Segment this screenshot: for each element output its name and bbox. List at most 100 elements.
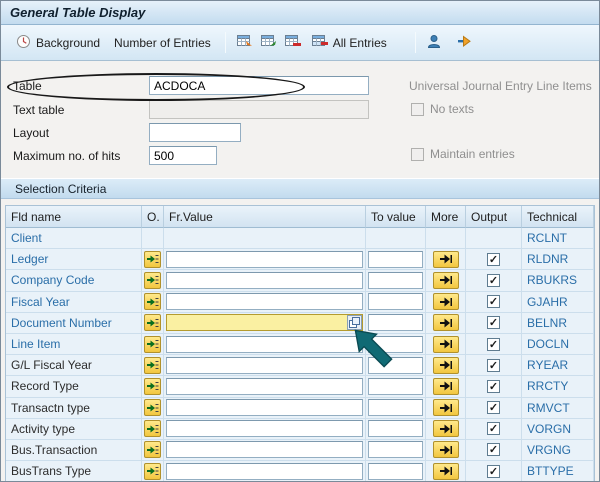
more-button[interactable] <box>432 356 459 374</box>
output-checkbox[interactable] <box>487 443 500 457</box>
to-value-input[interactable] <box>368 293 423 311</box>
field-name: Activity type <box>11 421 76 436</box>
field-name: Client <box>11 231 42 246</box>
output-checkbox[interactable] <box>487 401 500 415</box>
multiple-selection-button[interactable] <box>144 314 161 332</box>
output-checkbox[interactable] <box>487 422 500 436</box>
from-value-input[interactable] <box>166 399 363 417</box>
multiple-selection-button[interactable] <box>144 420 161 438</box>
table-delete-icon <box>284 34 301 51</box>
technical-name: BTTYPE <box>527 464 574 479</box>
col-header-technical: Technical <box>522 206 594 228</box>
to-value-input[interactable] <box>368 314 423 332</box>
to-value-input[interactable] <box>368 441 423 459</box>
clock-icon <box>16 34 31 52</box>
from-value-input[interactable] <box>166 377 363 395</box>
output-checkbox[interactable] <box>487 358 500 372</box>
more-button[interactable] <box>432 399 459 417</box>
technical-name: VORGN <box>527 421 572 436</box>
to-value-input[interactable] <box>368 335 423 353</box>
technical-name: BELNR <box>527 315 568 330</box>
more-button[interactable] <box>432 462 459 480</box>
table-row-gl-fiscal-year: G/L Fiscal Year RYEAR <box>6 355 594 377</box>
multiple-selection-button[interactable] <box>144 462 161 480</box>
from-value-input[interactable] <box>166 441 363 459</box>
field-name: Bus.Transaction <box>11 442 98 457</box>
technical-name: RLDNR <box>527 252 569 267</box>
insert-entry-button[interactable] <box>257 29 281 56</box>
field-name: Line Item <box>11 337 61 352</box>
multiple-selection-button[interactable] <box>144 399 161 417</box>
to-value-input[interactable] <box>368 356 423 374</box>
from-value-input[interactable] <box>166 335 363 353</box>
output-checkbox[interactable] <box>487 337 500 351</box>
output-checkbox[interactable] <box>487 295 500 309</box>
output-checkbox[interactable] <box>487 273 500 287</box>
more-button[interactable] <box>432 250 459 268</box>
from-value-input[interactable] <box>166 293 363 311</box>
background-label: Background <box>36 35 101 50</box>
more-button[interactable] <box>432 377 459 395</box>
layout-input[interactable] <box>149 123 241 142</box>
more-button[interactable] <box>432 293 459 311</box>
output-checkbox[interactable] <box>487 252 500 266</box>
number-of-entries-button[interactable]: Number of Entries <box>107 31 218 55</box>
background-button[interactable]: Background <box>9 29 107 57</box>
selection-grid: Fld name O. Fr.Value To value More Outpu… <box>5 205 595 481</box>
from-value-input[interactable] <box>166 462 363 480</box>
multiple-selection-button[interactable] <box>144 441 161 459</box>
table-name-input[interactable] <box>149 76 369 95</box>
user-settings-button[interactable] <box>423 29 445 57</box>
to-value-input[interactable] <box>368 271 423 289</box>
more-button[interactable] <box>432 335 459 353</box>
from-value-input[interactable] <box>166 250 363 268</box>
from-value-input-focused[interactable] <box>166 314 363 332</box>
more-button[interactable] <box>432 314 459 332</box>
table-row-bustrans-type: BusTrans Type BTTYPE <box>6 461 594 481</box>
from-value-wrapper <box>166 314 363 332</box>
user-icon <box>427 34 441 52</box>
multiple-selection-button[interactable] <box>144 377 161 395</box>
no-texts-checkbox[interactable] <box>411 102 424 116</box>
multiple-selection-button[interactable] <box>144 250 161 268</box>
no-texts-label: No texts <box>430 102 475 116</box>
max-hits-input[interactable] <box>149 146 217 165</box>
field-name: G/L Fiscal Year <box>11 358 92 373</box>
to-value-input[interactable] <box>368 462 423 480</box>
more-button[interactable] <box>432 271 459 289</box>
from-value-input[interactable] <box>166 271 363 289</box>
technical-name: RCLNT <box>527 231 568 246</box>
col-header-from-value: Fr.Value <box>164 206 366 228</box>
output-checkbox[interactable] <box>487 379 500 393</box>
multiple-selection-button[interactable] <box>144 356 161 374</box>
all-entries-button[interactable]: All Entries <box>305 29 394 56</box>
to-value-input[interactable] <box>368 399 423 417</box>
titlebar: General Table Display <box>1 1 599 25</box>
export-button[interactable] <box>453 29 476 56</box>
table-row-activity-type: Activity type VORGN <box>6 418 594 440</box>
from-value-input[interactable] <box>166 420 363 438</box>
delete-entry-button[interactable] <box>281 29 305 56</box>
technical-name: RRCTY <box>527 379 569 394</box>
to-value-input[interactable] <box>368 377 423 395</box>
to-value-input[interactable] <box>368 250 423 268</box>
technical-name: RMVCT <box>527 400 570 415</box>
more-button[interactable] <box>432 420 459 438</box>
field-name: Transactn type <box>11 400 90 415</box>
multiple-selection-button[interactable] <box>144 293 161 311</box>
layout-label: Layout <box>13 126 50 140</box>
output-checkbox[interactable] <box>487 316 500 330</box>
more-button[interactable] <box>432 441 459 459</box>
matchcode-button[interactable] <box>347 315 362 331</box>
select-entries-button[interactable] <box>233 29 257 56</box>
table-all-icon <box>311 34 328 51</box>
maintain-entries-checkbox[interactable] <box>411 147 424 161</box>
table-row-fiscal-year: Fiscal Year GJAHR <box>6 291 594 313</box>
from-value-input[interactable] <box>166 356 363 374</box>
to-value-input[interactable] <box>368 420 423 438</box>
multiple-selection-button[interactable] <box>144 335 161 353</box>
multiple-selection-button[interactable] <box>144 271 161 289</box>
field-name: Record Type <box>11 379 79 394</box>
no-texts-checkbox-row: No texts <box>411 102 474 116</box>
output-checkbox[interactable] <box>487 464 500 478</box>
